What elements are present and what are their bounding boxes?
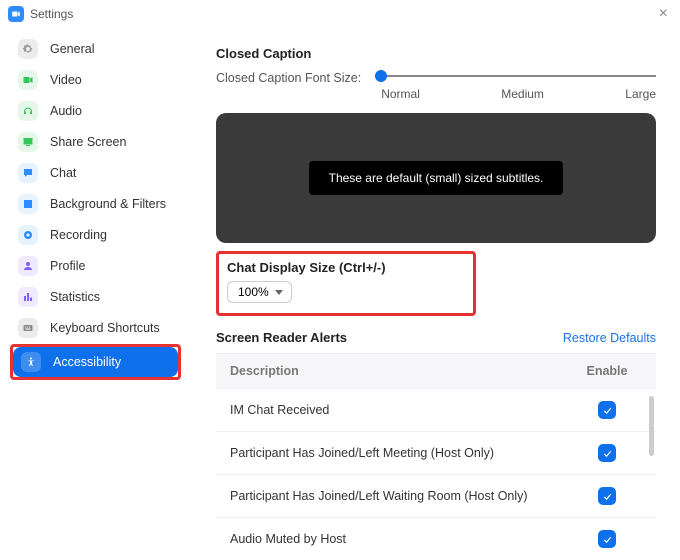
video-icon — [18, 70, 38, 90]
sidebar-item-label: Background & Filters — [50, 197, 166, 211]
chat-display-value: 100% — [238, 285, 269, 299]
chat-display-size-select[interactable]: 100% — [227, 281, 292, 303]
close-icon[interactable]: × — [655, 5, 672, 23]
screen-reader-title: Screen Reader Alerts — [216, 330, 347, 345]
alert-description: Audio Muted by Host — [230, 532, 572, 546]
record-icon — [18, 225, 38, 245]
screen-reader-table: Description Enable IM Chat Received Part… — [216, 353, 656, 560]
sidebar-item-profile[interactable]: Profile — [10, 251, 181, 281]
gear-icon — [18, 39, 38, 59]
table-row: Participant Has Joined/Left Meeting (Hos… — [216, 431, 656, 474]
enable-checkbox[interactable] — [598, 487, 616, 505]
closed-caption-title: Closed Caption — [216, 46, 656, 61]
sidebar: General Video Audio Share Screen Chat Ba… — [0, 28, 192, 560]
caption-preview-text: These are default (small) sized subtitle… — [309, 161, 564, 195]
font-size-label: Closed Caption Font Size: — [216, 69, 361, 85]
table-row: Participant Has Joined/Left Waiting Room… — [216, 474, 656, 517]
sidebar-item-label: Share Screen — [50, 135, 126, 149]
sidebar-item-audio[interactable]: Audio — [10, 96, 181, 126]
sidebar-item-label: Accessibility — [53, 355, 121, 369]
sidebar-item-label: Chat — [50, 166, 76, 180]
sidebar-item-background-filters[interactable]: Background & Filters — [10, 189, 181, 219]
sidebar-item-label: Profile — [50, 259, 85, 273]
sidebar-item-share-screen[interactable]: Share Screen — [10, 127, 181, 157]
sidebar-item-video[interactable]: Video — [10, 65, 181, 95]
column-enable: Enable — [572, 364, 642, 378]
sidebar-item-accessibility[interactable]: Accessibility — [13, 347, 178, 377]
scrollbar-thumb[interactable] — [649, 396, 654, 456]
highlight-accessibility: Accessibility — [10, 344, 181, 380]
enable-checkbox[interactable] — [598, 444, 616, 462]
slider-tick-normal: Normal — [381, 87, 420, 101]
sidebar-item-statistics[interactable]: Statistics — [10, 282, 181, 312]
table-row: Audio Muted by Host — [216, 517, 656, 560]
sidebar-item-label: General — [50, 42, 94, 56]
table-row: IM Chat Received — [216, 388, 656, 431]
titlebar: Settings × — [0, 0, 680, 28]
enable-checkbox[interactable] — [598, 401, 616, 419]
chat-icon — [18, 163, 38, 183]
main-panel: Closed Caption Closed Caption Font Size:… — [192, 28, 680, 560]
highlight-chat-display: Chat Display Size (Ctrl+/-) 100% — [216, 251, 476, 316]
sidebar-item-chat[interactable]: Chat — [10, 158, 181, 188]
sidebar-item-label: Audio — [50, 104, 82, 118]
slider-thumb[interactable] — [375, 70, 387, 82]
column-description: Description — [230, 364, 572, 378]
slider-track — [381, 75, 656, 77]
alert-description: IM Chat Received — [230, 403, 572, 417]
sidebar-item-label: Video — [50, 73, 82, 87]
table-header: Description Enable — [216, 354, 656, 388]
statistics-icon — [18, 287, 38, 307]
sidebar-item-keyboard-shortcuts[interactable]: Keyboard Shortcuts — [10, 313, 181, 343]
enable-checkbox[interactable] — [598, 530, 616, 548]
alert-description: Participant Has Joined/Left Meeting (Hos… — [230, 446, 572, 460]
caption-preview: These are default (small) sized subtitle… — [216, 113, 656, 243]
sidebar-item-general[interactable]: General — [10, 34, 181, 64]
headphones-icon — [18, 101, 38, 121]
alert-description: Participant Has Joined/Left Waiting Room… — [230, 489, 572, 503]
chat-display-title: Chat Display Size (Ctrl+/-) — [227, 260, 461, 275]
sidebar-item-label: Recording — [50, 228, 107, 242]
sidebar-item-label: Statistics — [50, 290, 100, 304]
sidebar-item-recording[interactable]: Recording — [10, 220, 181, 250]
font-size-slider[interactable] — [381, 69, 656, 83]
window-title: Settings — [30, 7, 73, 21]
restore-defaults-link[interactable]: Restore Defaults — [563, 331, 656, 345]
slider-tick-medium: Medium — [501, 87, 544, 101]
background-icon — [18, 194, 38, 214]
sidebar-item-label: Keyboard Shortcuts — [50, 321, 160, 335]
keyboard-icon — [18, 318, 38, 338]
share-screen-icon — [18, 132, 38, 152]
slider-tick-large: Large — [625, 87, 656, 101]
profile-icon — [18, 256, 38, 276]
accessibility-icon — [21, 352, 41, 372]
app-icon — [8, 6, 24, 22]
